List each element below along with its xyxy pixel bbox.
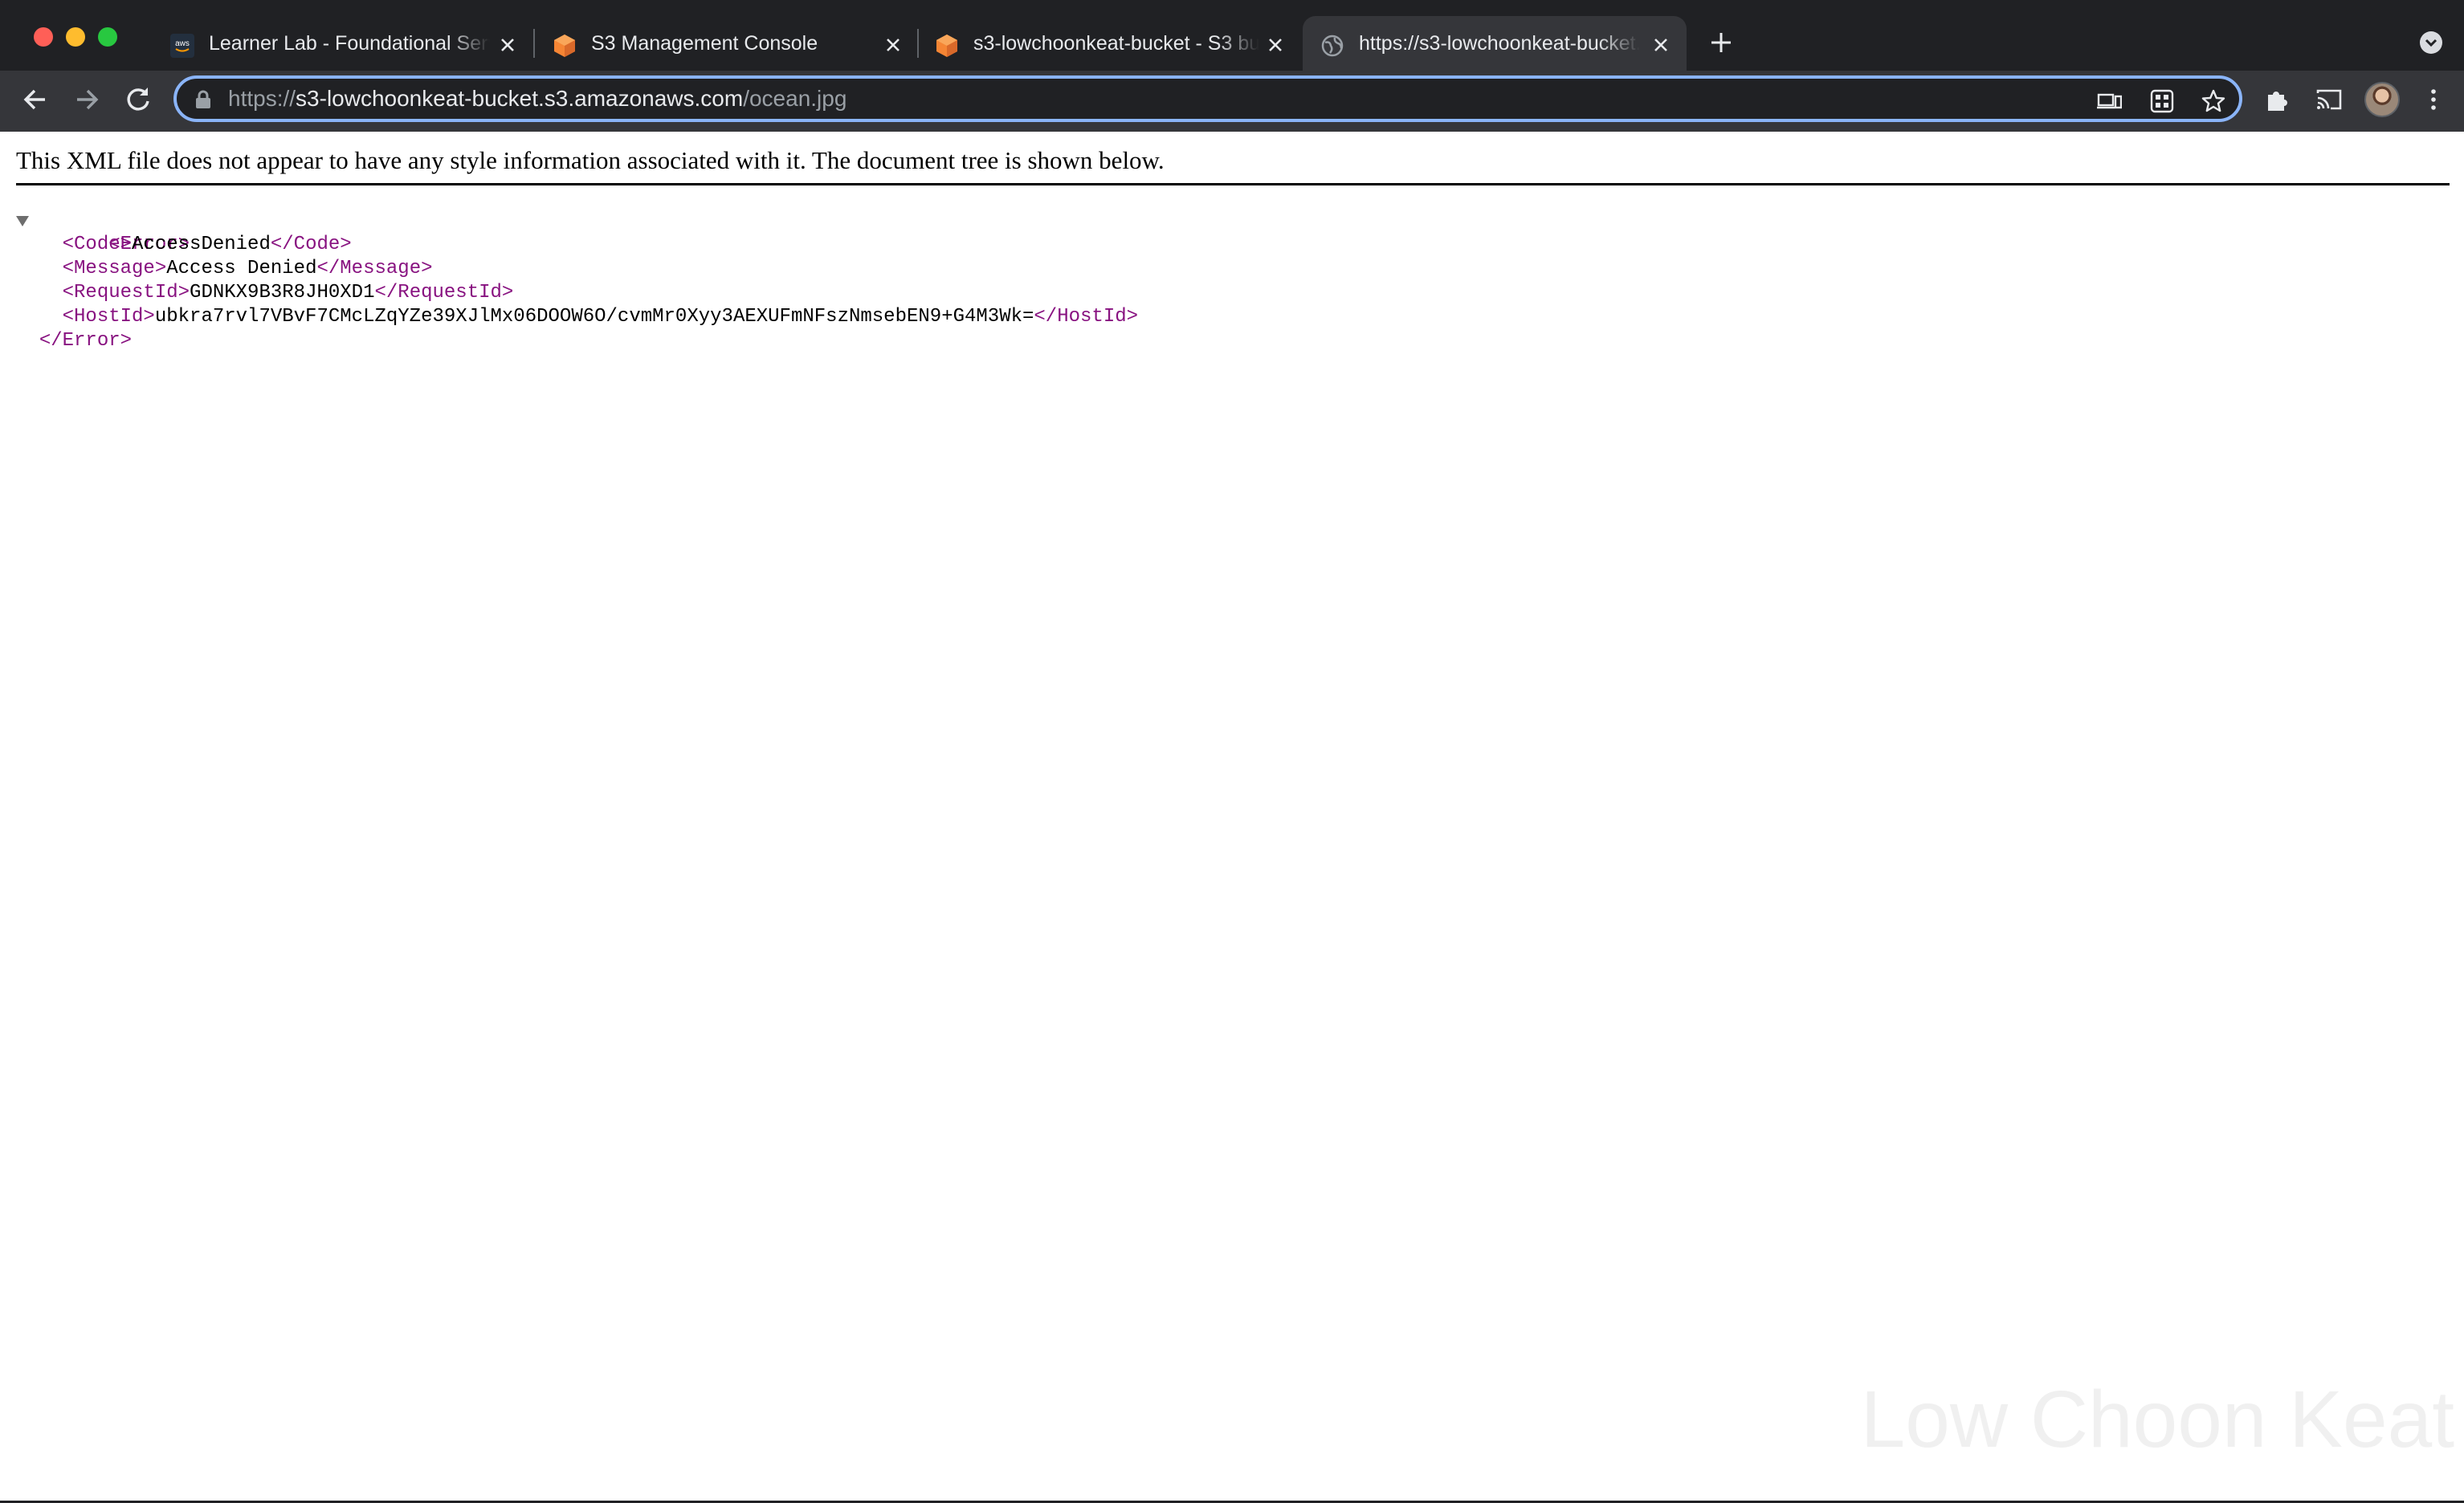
xml-close-tag: </HostId>: [1034, 306, 1139, 328]
xml-open-tag: <Message>: [62, 258, 167, 279]
close-tab-icon[interactable]: [496, 34, 519, 56]
tab-label: S3 Management Console: [591, 32, 818, 55]
back-arrow-icon[interactable]: [19, 84, 51, 116]
xml-value-request-id: GDNKX9B3R8JH0XD1: [190, 282, 375, 303]
url-text[interactable]: https://s3-lowchoonkeat-bucket.s3.amazon…: [228, 86, 846, 112]
url-path: /ocean.jpg: [743, 86, 847, 111]
reload-icon[interactable]: [122, 84, 154, 116]
xml-element-line: <Message>Access Denied</Message>: [16, 257, 1138, 281]
tab-s3-management-console[interactable]: S3 Management Console: [553, 16, 906, 71]
xml-value-host-id: ubkra7rvl7VBvF7CMcLZqYZe39XJlMx06DOOW6O/…: [154, 306, 1034, 328]
xml-close-tag: </Code>: [270, 234, 352, 255]
xml-root-open-line: <Error>: [16, 209, 1138, 255]
lock-icon[interactable]: [194, 90, 212, 109]
tab-separator: [917, 29, 919, 58]
close-tab-icon[interactable]: [1650, 34, 1672, 56]
globe-icon: [1321, 35, 1344, 57]
new-tab-plus-icon[interactable]: [1707, 29, 1735, 56]
aws-icon: aws: [170, 34, 194, 58]
extensions-puzzle-icon[interactable]: [2263, 85, 2292, 114]
xml-value-message: Access Denied: [166, 258, 317, 279]
s3-cube-icon: [936, 35, 957, 57]
profile-avatar[interactable]: [2364, 82, 2400, 117]
tab-ocean-jpg[interactable]: https://s3-lowchoonkeat-bucket.s3.amazon…: [1303, 16, 1687, 71]
watermark: Low Choon Keat: [1860, 1375, 2454, 1464]
xml-document-tree: <Error> <Code>AccessDenied</Code> <Messa…: [16, 209, 1138, 353]
close-window-button[interactable]: [34, 27, 53, 47]
s3-cube-icon: [554, 35, 575, 57]
xml-close-tag: </Message>: [316, 258, 433, 279]
xml-open-tag: <HostId>: [62, 306, 155, 328]
xml-element-line: <Code>AccessDenied</Code>: [16, 233, 1138, 257]
collapse-triangle-icon[interactable]: [16, 216, 29, 226]
tab-label: https://s3-lowchoonkeat-bucket.s3.amazon…: [1359, 32, 1640, 55]
page-content: This XML file does not appear to have an…: [0, 132, 2464, 1503]
cast-icon[interactable]: [2315, 85, 2344, 114]
forward-arrow-icon[interactable]: [71, 84, 103, 116]
xml-open-tag: <RequestId>: [62, 282, 190, 303]
url-scheme: https://: [228, 86, 296, 111]
zoom-window-button[interactable]: [98, 27, 117, 47]
tab-search-chevron-icon[interactable]: [2419, 31, 2443, 55]
close-tab-icon[interactable]: [882, 34, 904, 56]
qr-code-icon[interactable]: [2149, 88, 2175, 114]
tab-s3-bucket[interactable]: s3-lowchoonkeat-bucket - S3 bucket: [935, 16, 1288, 71]
open-in-app-icon[interactable]: [2096, 88, 2122, 114]
notice-divider: [16, 183, 2450, 185]
url-host: s3-lowchoonkeat-bucket.s3.amazonaws.com: [296, 86, 744, 111]
address-bar[interactable]: https://s3-lowchoonkeat-bucket.s3.amazon…: [173, 75, 2242, 122]
xml-root-close-line: </Error>: [16, 329, 1138, 353]
tab-label: s3-lowchoonkeat-bucket - S3 bucket: [973, 32, 1259, 55]
xml-close-tag: </RequestId>: [374, 282, 514, 303]
bookmark-star-icon[interactable]: [2201, 88, 2226, 114]
xml-element-line: <HostId>ubkra7rvl7VBvF7CMcLZqYZe39XJlMx0…: [16, 305, 1138, 329]
minimize-window-button[interactable]: [66, 27, 85, 47]
xml-root-close-tag: </Error>: [39, 330, 133, 352]
svg-text:aws: aws: [175, 39, 190, 48]
tab-label: Learner Lab - Foundational Services: [209, 32, 490, 55]
more-menu-icon[interactable]: [2419, 85, 2448, 114]
tab-learner-lab[interactable]: aws Learner Lab - Foundational Services: [170, 16, 525, 71]
xml-value-code: AccessDenied: [132, 234, 271, 255]
xml-style-notice: This XML file does not appear to have an…: [16, 146, 1165, 174]
browser-title-bar: aws Learner Lab - Foundational Services …: [0, 0, 2464, 71]
xml-element-line: <RequestId>GDNKX9B3R8JH0XD1</RequestId>: [16, 281, 1138, 305]
close-tab-icon[interactable]: [1264, 34, 1287, 56]
tab-separator: [533, 29, 535, 58]
xml-open-tag: <Code>: [62, 234, 133, 255]
